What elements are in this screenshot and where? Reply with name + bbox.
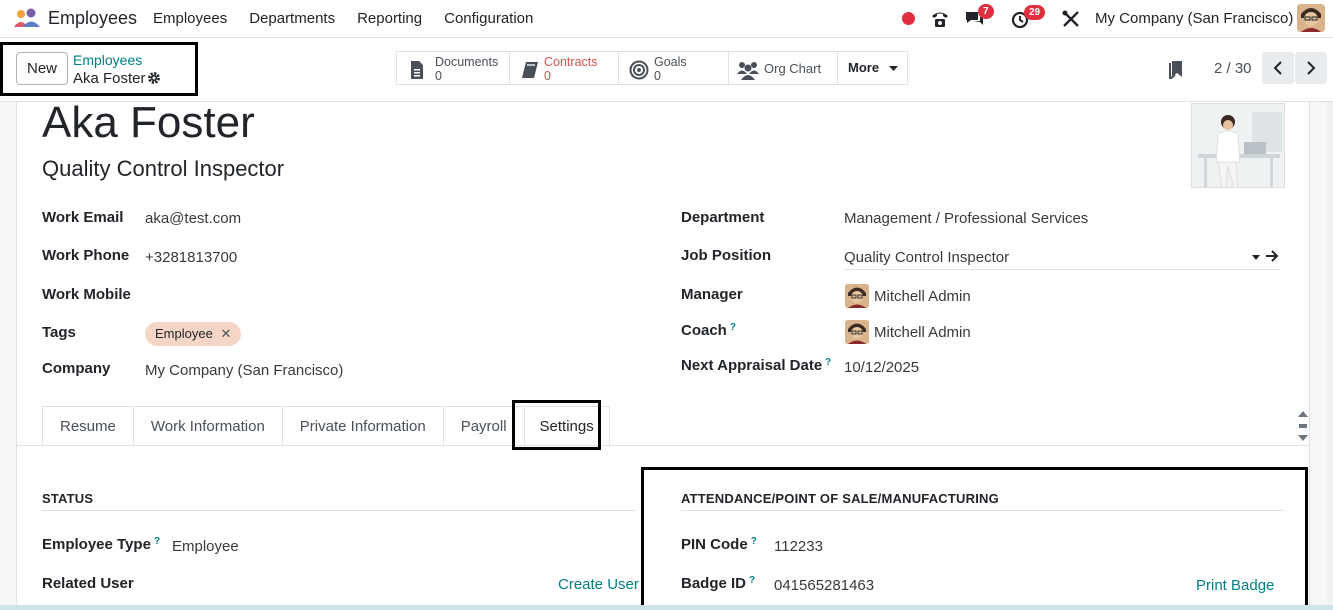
breadcrumb-highlight-box (0, 42, 198, 96)
user-avatar[interactable] (1297, 4, 1325, 32)
employee-type-label: Employee Type? (42, 536, 160, 553)
work-email-label: Work Email (42, 209, 124, 226)
goals-button[interactable]: Goals 0 (618, 51, 729, 85)
coach-label: Coach? (681, 322, 736, 339)
goals-count: 0 (654, 69, 661, 83)
work-phone-field[interactable]: +3281813700 (145, 249, 237, 266)
manager-field[interactable]: Mitchell Admin (874, 288, 971, 305)
users-icon (737, 62, 759, 80)
help-tooltip-icon[interactable]: ? (154, 536, 160, 547)
create-user-button[interactable]: Create User (558, 576, 639, 593)
department-label: Department (681, 209, 765, 226)
employee-tag[interactable]: Employee ✕ (145, 322, 242, 346)
tab-private-information[interactable]: Private Information (281, 406, 444, 446)
job-position-field[interactable]: Quality Control Inspector (844, 249, 1009, 266)
more-button[interactable]: More (837, 51, 908, 85)
employee-name[interactable]: Aka Foster (42, 98, 255, 148)
menu-configuration[interactable]: Configuration (444, 10, 533, 27)
job-position-underline (844, 269, 1281, 270)
pager-next-button[interactable] (1295, 52, 1327, 84)
bottom-edge (0, 605, 1333, 610)
chevron-left-icon (1273, 61, 1282, 75)
scrollbar[interactable] (1327, 102, 1333, 607)
chat-badge: 7 (978, 4, 994, 19)
help-tooltip-icon[interactable]: ? (730, 322, 736, 333)
company-field[interactable]: My Company (San Francisco) (145, 362, 343, 379)
work-email-field[interactable]: aka@test.com (145, 210, 241, 227)
contracts-count: 0 (544, 69, 551, 83)
tab-resume[interactable]: Resume (42, 406, 134, 446)
documents-label: Documents (435, 55, 499, 69)
top-navbar: Employees Employees Departments Reportin… (0, 0, 1333, 38)
help-tooltip-icon[interactable]: ? (825, 357, 831, 368)
document-icon (411, 61, 423, 79)
coach-avatar (845, 320, 869, 344)
org-chart-button[interactable]: Org Chart (728, 51, 838, 85)
manager-avatar (845, 284, 869, 308)
coach-label-text: Coach (681, 322, 727, 339)
caret-down-icon (889, 66, 898, 71)
documents-button[interactable]: Documents 0 (396, 51, 510, 85)
next-appraisal-label: Next Appraisal Date? (681, 357, 831, 374)
status-section-title: STATUS (42, 491, 94, 506)
job-position-label: Job Position (681, 247, 771, 264)
status-divider (42, 510, 636, 511)
goals-label: Goals (654, 55, 687, 69)
employee-type-label-text: Employee Type (42, 536, 151, 553)
menu-employees[interactable]: Employees (153, 10, 227, 27)
book-icon (522, 62, 538, 78)
menu-departments[interactable]: Departments (249, 10, 335, 27)
activity-badge: 29 (1024, 5, 1046, 20)
employee-job-title[interactable]: Quality Control Inspector (42, 156, 284, 182)
app-name[interactable]: Employees (48, 8, 137, 29)
next-appraisal-field[interactable]: 10/12/2025 (844, 359, 919, 376)
tab-work-information[interactable]: Work Information (132, 406, 283, 446)
work-mobile-field[interactable] (145, 287, 445, 307)
contracts-label: Contracts (544, 55, 598, 69)
phone-icon[interactable] (929, 9, 951, 29)
chevron-right-icon (1307, 61, 1316, 75)
target-icon (629, 60, 649, 80)
menu-reporting[interactable]: Reporting (357, 10, 422, 27)
work-mobile-label: Work Mobile (42, 286, 131, 303)
settings-tab-highlight-box (512, 400, 601, 450)
tags-label: Tags (42, 324, 76, 341)
bookmark-icon[interactable] (1168, 59, 1186, 79)
pager-value[interactable]: 2 / 30 (1214, 60, 1252, 77)
smart-buttons: Documents 0 Contracts 0 Goals 0 Org Char… (396, 51, 908, 85)
tools-icon[interactable] (1060, 9, 1082, 29)
recording-indicator-icon[interactable] (902, 12, 915, 25)
company-switcher[interactable]: My Company (San Francisco) (1095, 10, 1293, 27)
employees-app-icon[interactable] (13, 8, 41, 28)
employee-type-field[interactable]: Employee (172, 538, 239, 555)
internal-link-arrow-icon[interactable] (1265, 250, 1279, 262)
related-user-label: Related User (42, 575, 134, 592)
org-chart-label: Org Chart (764, 61, 822, 76)
remove-tag-icon[interactable]: ✕ (220, 326, 231, 341)
caret-down-icon[interactable] (1252, 255, 1260, 261)
attendance-highlight-box (641, 467, 1308, 610)
next-appraisal-label-text: Next Appraisal Date (681, 357, 823, 374)
pager-previous-button[interactable] (1262, 52, 1294, 84)
coach-field[interactable]: Mitchell Admin (874, 324, 971, 341)
main-menu: Employees Departments Reporting Configur… (153, 10, 533, 27)
control-panel: New Employees Aka Foster Documents 0 Con… (0, 38, 1333, 102)
scroll-arrows-icon[interactable] (1296, 408, 1310, 446)
employee-tag-label: Employee (155, 326, 213, 341)
work-phone-label: Work Phone (42, 247, 130, 264)
manager-label: Manager (681, 286, 743, 303)
documents-count: 0 (435, 69, 442, 83)
contracts-button[interactable]: Contracts 0 (509, 51, 619, 85)
employee-photo[interactable] (1191, 103, 1285, 188)
tabs-divider (17, 445, 1309, 446)
department-field[interactable]: Management / Professional Services (844, 210, 1088, 227)
more-label: More (848, 60, 880, 75)
company-label: Company (42, 360, 111, 377)
